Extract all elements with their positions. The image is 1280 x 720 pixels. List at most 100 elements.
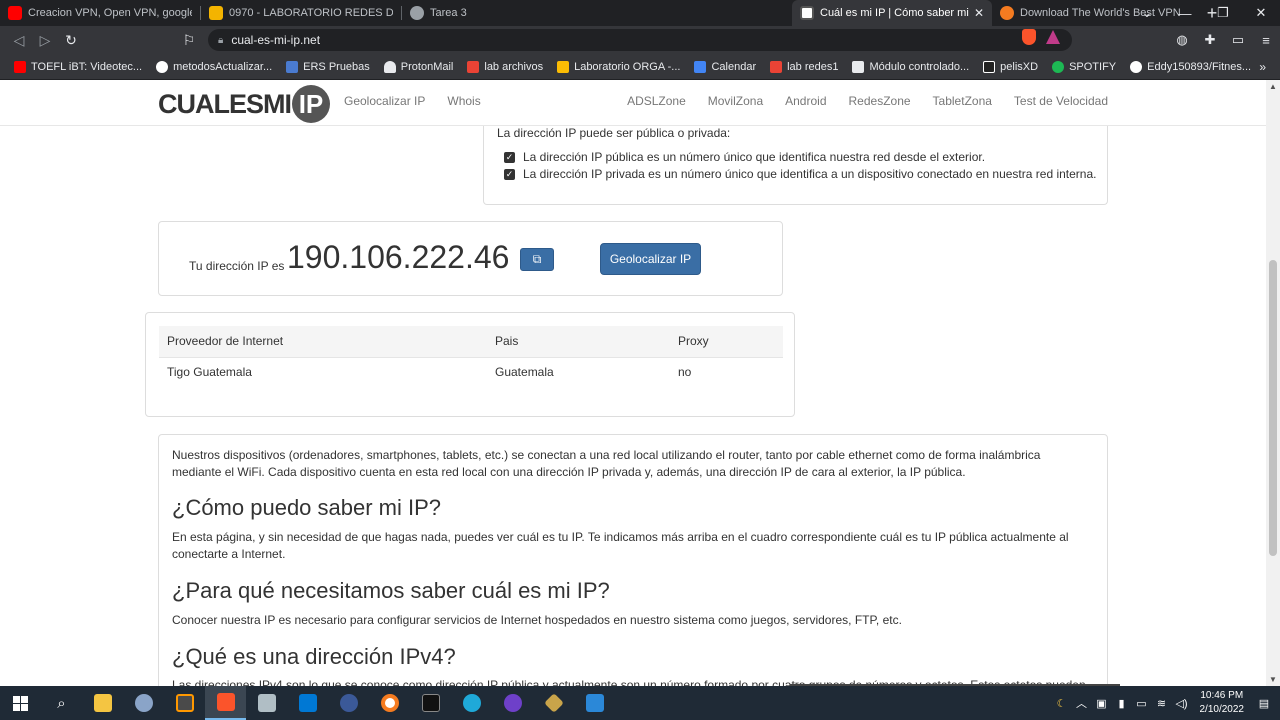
logo-text: CUALESMI <box>158 88 292 119</box>
nav-tabletzona[interactable]: TabletZona <box>933 94 992 108</box>
bookmark-item[interactable]: TOEFL iBT: Videotec... <box>14 60 142 73</box>
brave-rewards-icon[interactable] <box>1046 30 1060 44</box>
show-hidden-icon[interactable]: ︿ <box>1072 695 1092 711</box>
battery-icon[interactable]: ▭ <box>1132 697 1152 710</box>
bookmark-item[interactable]: ERS Pruebas <box>286 60 370 73</box>
file-explorer-button[interactable] <box>82 686 123 720</box>
clock-time: 10:46 PM <box>1200 690 1244 701</box>
brave-shield-icon[interactable] <box>1022 29 1036 45</box>
youtube-icon <box>14 60 26 73</box>
scroll-down-icon[interactable]: ▼ <box>1269 675 1277 684</box>
sublime-button[interactable] <box>164 686 205 720</box>
reload-icon[interactable]: ↻ <box>58 32 84 49</box>
maximize-icon[interactable]: ❐ <box>1204 5 1242 21</box>
microphone-icon[interactable]: ▮ <box>1112 697 1132 710</box>
app-button[interactable] <box>369 686 410 720</box>
eclipse-icon <box>339 694 358 712</box>
browser-tab-active[interactable]: Cuál es mi IP | Cómo saber mi IP ✕ <box>792 0 992 26</box>
tab-title: Cuál es mi IP | Cómo saber mi IP <box>820 7 970 19</box>
bookmark-item[interactable]: Calendar <box>694 60 756 73</box>
bookmark-item[interactable]: lab redes1 <box>770 60 839 73</box>
vscode-icon <box>298 694 317 712</box>
wallet-icon[interactable]: ◍ <box>1168 32 1196 48</box>
brave-icons <box>1022 29 1060 45</box>
github-button[interactable] <box>492 686 533 720</box>
terminal-button[interactable] <box>410 686 451 720</box>
more-bookmarks-icon[interactable]: » <box>1259 60 1266 74</box>
nav-adslzone[interactable]: ADSLZone <box>627 94 686 108</box>
address-bar[interactable]: 🔒︎ cual-es-mi-ip.net <box>208 29 1072 51</box>
scroll-up-icon[interactable]: ▲ <box>1269 82 1277 91</box>
clock[interactable]: 10:46 PM 2/10/2022 <box>1200 689 1245 717</box>
wifi-icon[interactable]: ≋ <box>1152 697 1172 710</box>
bookmark-item[interactable]: Laboratorio ORGA -... <box>557 60 680 73</box>
minimize-icon[interactable]: — <box>1166 6 1204 21</box>
bookmark-item[interactable]: SPOTIFY <box>1052 60 1117 73</box>
close-tab-icon[interactable]: ✕ <box>974 6 984 20</box>
browser-tab[interactable]: 0970 - LABORATORIO REDES DE COM <box>201 0 401 26</box>
github-icon <box>503 694 522 712</box>
app-button[interactable] <box>533 686 574 720</box>
app-button[interactable] <box>123 686 164 720</box>
back-icon[interactable]: ◁ <box>6 32 32 49</box>
bookmark-item[interactable]: Eddy150893/Fitnes... <box>1130 60 1252 73</box>
scrollbar-thumb[interactable] <box>1269 260 1277 556</box>
notifications-icon[interactable]: ▤ <box>1254 697 1274 710</box>
start-button[interactable] <box>0 686 41 720</box>
bookmark-label: Eddy150893/Fitnes... <box>1147 60 1252 73</box>
network-adapter-icon[interactable]: ▣ <box>1092 697 1112 710</box>
tab-search-icon[interactable]: ⌄ <box>1128 5 1166 21</box>
nav-whois[interactable]: Whois <box>447 94 480 108</box>
app-button[interactable] <box>328 686 369 720</box>
browser-tab[interactable]: Tarea 3 <box>402 0 602 26</box>
app-button[interactable] <box>246 686 287 720</box>
weather-icon[interactable]: ☾ <box>1052 697 1072 710</box>
browser-tab[interactable]: Creacion VPN, Open VPN, google Clo <box>0 0 200 26</box>
close-window-icon[interactable]: ✕ <box>1242 5 1280 21</box>
menu-icon[interactable]: ≡ <box>1252 33 1280 48</box>
tab-strip: Creacion VPN, Open VPN, google Clo 0970 … <box>0 0 1280 26</box>
bookmark-label: Módulo controlado... <box>869 60 970 73</box>
ip-address-value: 190.106.222.46 <box>287 239 510 275</box>
bookmark-item[interactable]: Módulo controlado... <box>852 60 970 73</box>
brave-taskbar-button[interactable] <box>205 686 246 720</box>
bookmark-label: SPOTIFY <box>1069 60 1117 73</box>
nav-android[interactable]: Android <box>785 94 826 108</box>
calendar-icon <box>694 60 707 73</box>
public-ip-text: La dirección IP pública es un número úni… <box>523 150 986 164</box>
youtube-icon <box>8 6 22 20</box>
bookmark-item[interactable]: ProtonMail <box>383 60 453 73</box>
checkbox-icon: ✓ <box>504 168 515 180</box>
bookmark-icon[interactable]: ⚐ <box>176 32 202 49</box>
page-scrollbar[interactable]: ▲ ▼ <box>1266 80 1280 686</box>
sidebar-icon[interactable]: ▭ <box>1224 32 1252 48</box>
bookmark-item[interactable]: pelisXD <box>983 60 1038 73</box>
nav-geolocalizar[interactable]: Geolocalizar IP <box>344 94 425 108</box>
nav-test-velocidad[interactable]: Test de Velocidad <box>1014 94 1108 108</box>
column-header: Proxy <box>670 326 783 358</box>
nav-movilzona[interactable]: MovilZona <box>708 94 763 108</box>
bookmark-item[interactable]: metodosActualizar... <box>156 60 273 73</box>
nav-redeszone[interactable]: RedesZone <box>849 94 911 108</box>
section-paragraph: En esta página, y sin necesidad de que h… <box>172 530 1069 561</box>
tab-title: Creacion VPN, Open VPN, google Clo <box>28 7 192 19</box>
clock-date: 2/10/2022 <box>1199 704 1245 715</box>
site-header: CUALESMI IP Geolocalizar IP Whois ADSLZo… <box>0 80 1266 126</box>
vscode-button[interactable] <box>287 686 328 720</box>
site-logo[interactable]: CUALESMI IP <box>158 85 330 123</box>
copy-icon: ⧉ <box>532 252 542 266</box>
volume-icon[interactable]: ◁) <box>1172 697 1192 710</box>
bookmark-label: lab redes1 <box>787 60 839 73</box>
bookmark-label: metodosActualizar... <box>173 60 273 73</box>
isp-table: Proveedor de Internet Pais Proxy Tigo Gu… <box>159 326 783 387</box>
search-button[interactable]: ⌕ <box>41 686 82 720</box>
geolocate-button[interactable]: Geolocalizar IP <box>600 243 701 275</box>
copy-ip-button[interactable]: ⧉ <box>520 248 554 271</box>
forward-icon[interactable]: ▷ <box>32 32 58 49</box>
gmail-icon <box>467 60 480 73</box>
bookmark-item[interactable]: lab archivos <box>467 60 543 73</box>
section-heading: ¿Para qué necesitamos saber cuál es mi I… <box>172 578 610 603</box>
extensions-icon[interactable]: ✚ <box>1196 32 1224 48</box>
photos-button[interactable] <box>574 686 615 720</box>
edge-button[interactable] <box>451 686 492 720</box>
